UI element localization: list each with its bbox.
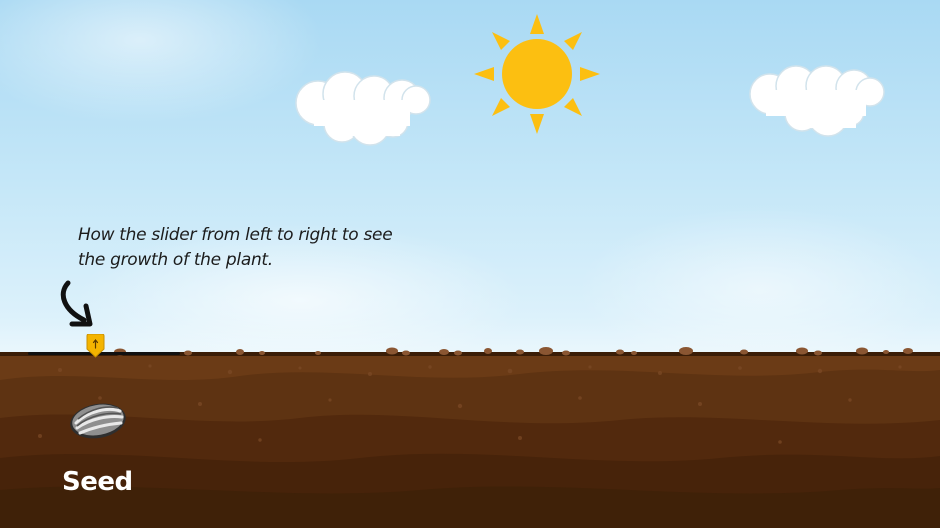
growth-slider-thumb[interactable] <box>86 334 105 358</box>
instruction-line-1: How the slider from left to right to see <box>78 225 393 245</box>
soil-ground <box>0 347 940 528</box>
game-scene: How the slider from left to right to see… <box>0 0 940 528</box>
cloud-icon <box>749 65 885 137</box>
cloud-icon <box>295 71 431 146</box>
instruction-line-2: the growth of the plant. <box>78 250 273 270</box>
sunflower-seed-icon <box>70 403 126 439</box>
instruction-text: How the slider from left to right to see… <box>78 223 438 273</box>
sun-icon <box>474 14 600 134</box>
curved-arrow-icon <box>60 280 93 327</box>
stage-label: Seed <box>62 467 133 497</box>
arrow-up-icon <box>86 334 105 358</box>
